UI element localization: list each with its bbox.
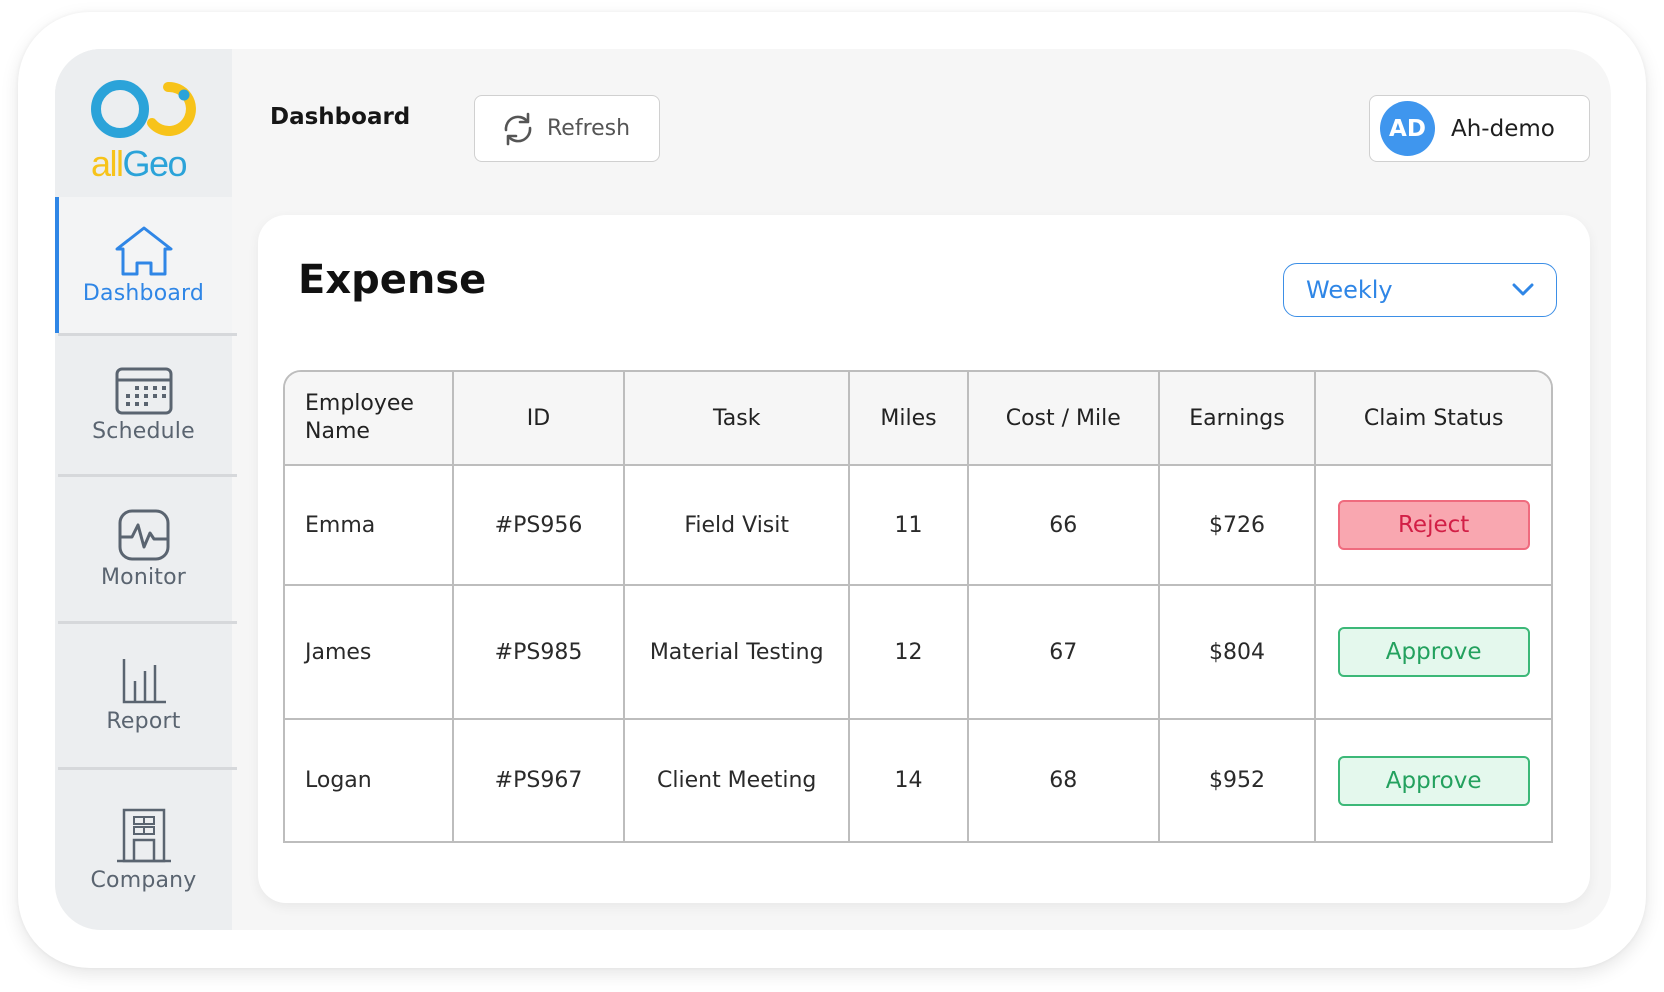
sidebar-item-label: Report <box>106 709 181 734</box>
cell-earnings: $726 <box>1159 466 1317 586</box>
app-window: allGeo Dashboard Schedule Monitor Report… <box>55 49 1611 930</box>
user-profile-button[interactable]: AD Ah-demo <box>1369 95 1590 162</box>
expense-title: Expense <box>298 257 487 303</box>
table-row: James #PS985 Material Testing 12 67 $804… <box>285 586 1551 720</box>
cell-miles: 12 <box>850 586 969 720</box>
column-header-task[interactable]: Task <box>625 372 851 466</box>
calendar-icon <box>115 367 172 414</box>
sidebar-item-company[interactable]: Company <box>55 770 232 930</box>
cell-task: Material Testing <box>625 586 851 720</box>
cell-cost-per-mile: 67 <box>968 586 1160 720</box>
period-selected: Weekly <box>1306 276 1393 304</box>
bar-chart-icon <box>122 659 166 704</box>
sidebar-item-dashboard[interactable]: Dashboard <box>55 197 232 333</box>
cell-claim-status: Approve <box>1316 720 1551 841</box>
sidebar-item-report[interactable]: Report <box>55 624 232 767</box>
refresh-label: Refresh <box>547 116 631 141</box>
allgeo-logo[interactable]: allGeo <box>55 49 232 197</box>
cell-task: Field Visit <box>625 466 851 586</box>
cell-cost-per-mile: 68 <box>969 720 1160 841</box>
period-dropdown[interactable]: Weekly <box>1283 263 1557 317</box>
avatar: AD <box>1380 101 1435 156</box>
column-header-employee-name[interactable]: Employee Name <box>285 372 454 466</box>
cell-miles: 14 <box>850 720 969 841</box>
column-header-id[interactable]: ID <box>453 372 626 466</box>
cell-claim-status: Reject <box>1316 466 1551 586</box>
table-row: Logan #PS967 Client Meeting 14 68 $952 A… <box>285 720 1551 841</box>
home-icon <box>115 226 172 275</box>
sidebar: allGeo Dashboard Schedule Monitor Report… <box>55 49 237 930</box>
sidebar-item-monitor[interactable]: Monitor <box>55 477 232 621</box>
logo-text: allGeo <box>91 143 188 184</box>
table-header-row: Employee Name ID Task Miles Cost / Mile … <box>285 372 1551 466</box>
cell-employee-name: Emma <box>285 466 454 586</box>
chevron-down-icon <box>1512 283 1534 296</box>
pulse-monitor-icon <box>118 509 169 560</box>
sidebar-item-label: Company <box>90 867 197 893</box>
cell-task: Client Meeting <box>625 720 851 841</box>
refresh-icon <box>504 112 532 145</box>
cell-id: #PS967 <box>454 720 626 841</box>
column-header-claim-status[interactable]: Claim Status <box>1316 372 1551 466</box>
building-icon <box>116 808 171 862</box>
reject-button[interactable]: Reject <box>1337 500 1530 550</box>
refresh-button[interactable]: Refresh <box>474 95 660 162</box>
cell-employee-name: Logan <box>285 720 454 841</box>
cell-employee-name: James <box>285 586 454 720</box>
cell-claim-status: Approve <box>1316 586 1551 720</box>
approve-button[interactable]: Approve <box>1337 755 1530 806</box>
expense-card: Expense Weekly Employee Name ID Task Mil… <box>258 215 1590 903</box>
cell-miles: 11 <box>850 466 969 586</box>
approve-button[interactable]: Approve <box>1337 627 1530 677</box>
column-header-miles[interactable]: Miles <box>850 372 969 466</box>
sidebar-item-schedule[interactable]: Schedule <box>55 336 232 474</box>
column-header-earnings[interactable]: Earnings <box>1159 372 1317 466</box>
column-header-cost-per-mile[interactable]: Cost / Mile <box>968 372 1160 466</box>
sidebar-item-label: Schedule <box>92 418 195 444</box>
cell-id: #PS956 <box>453 466 626 586</box>
cell-cost-per-mile: 66 <box>968 466 1160 586</box>
cell-earnings: $952 <box>1160 720 1317 841</box>
expense-table: Employee Name ID Task Miles Cost / Mile … <box>283 370 1553 843</box>
sidebar-item-label: Dashboard <box>82 280 205 306</box>
user-name: Ah-demo <box>1451 115 1555 142</box>
sidebar-item-label: Monitor <box>100 564 187 590</box>
page-title: Dashboard <box>270 104 411 130</box>
logo-rings-icon <box>91 80 196 138</box>
table-row: Emma #PS956 Field Visit 11 66 $726 Rejec… <box>285 466 1551 586</box>
cell-earnings: $804 <box>1159 586 1317 720</box>
cell-id: #PS985 <box>453 586 626 720</box>
